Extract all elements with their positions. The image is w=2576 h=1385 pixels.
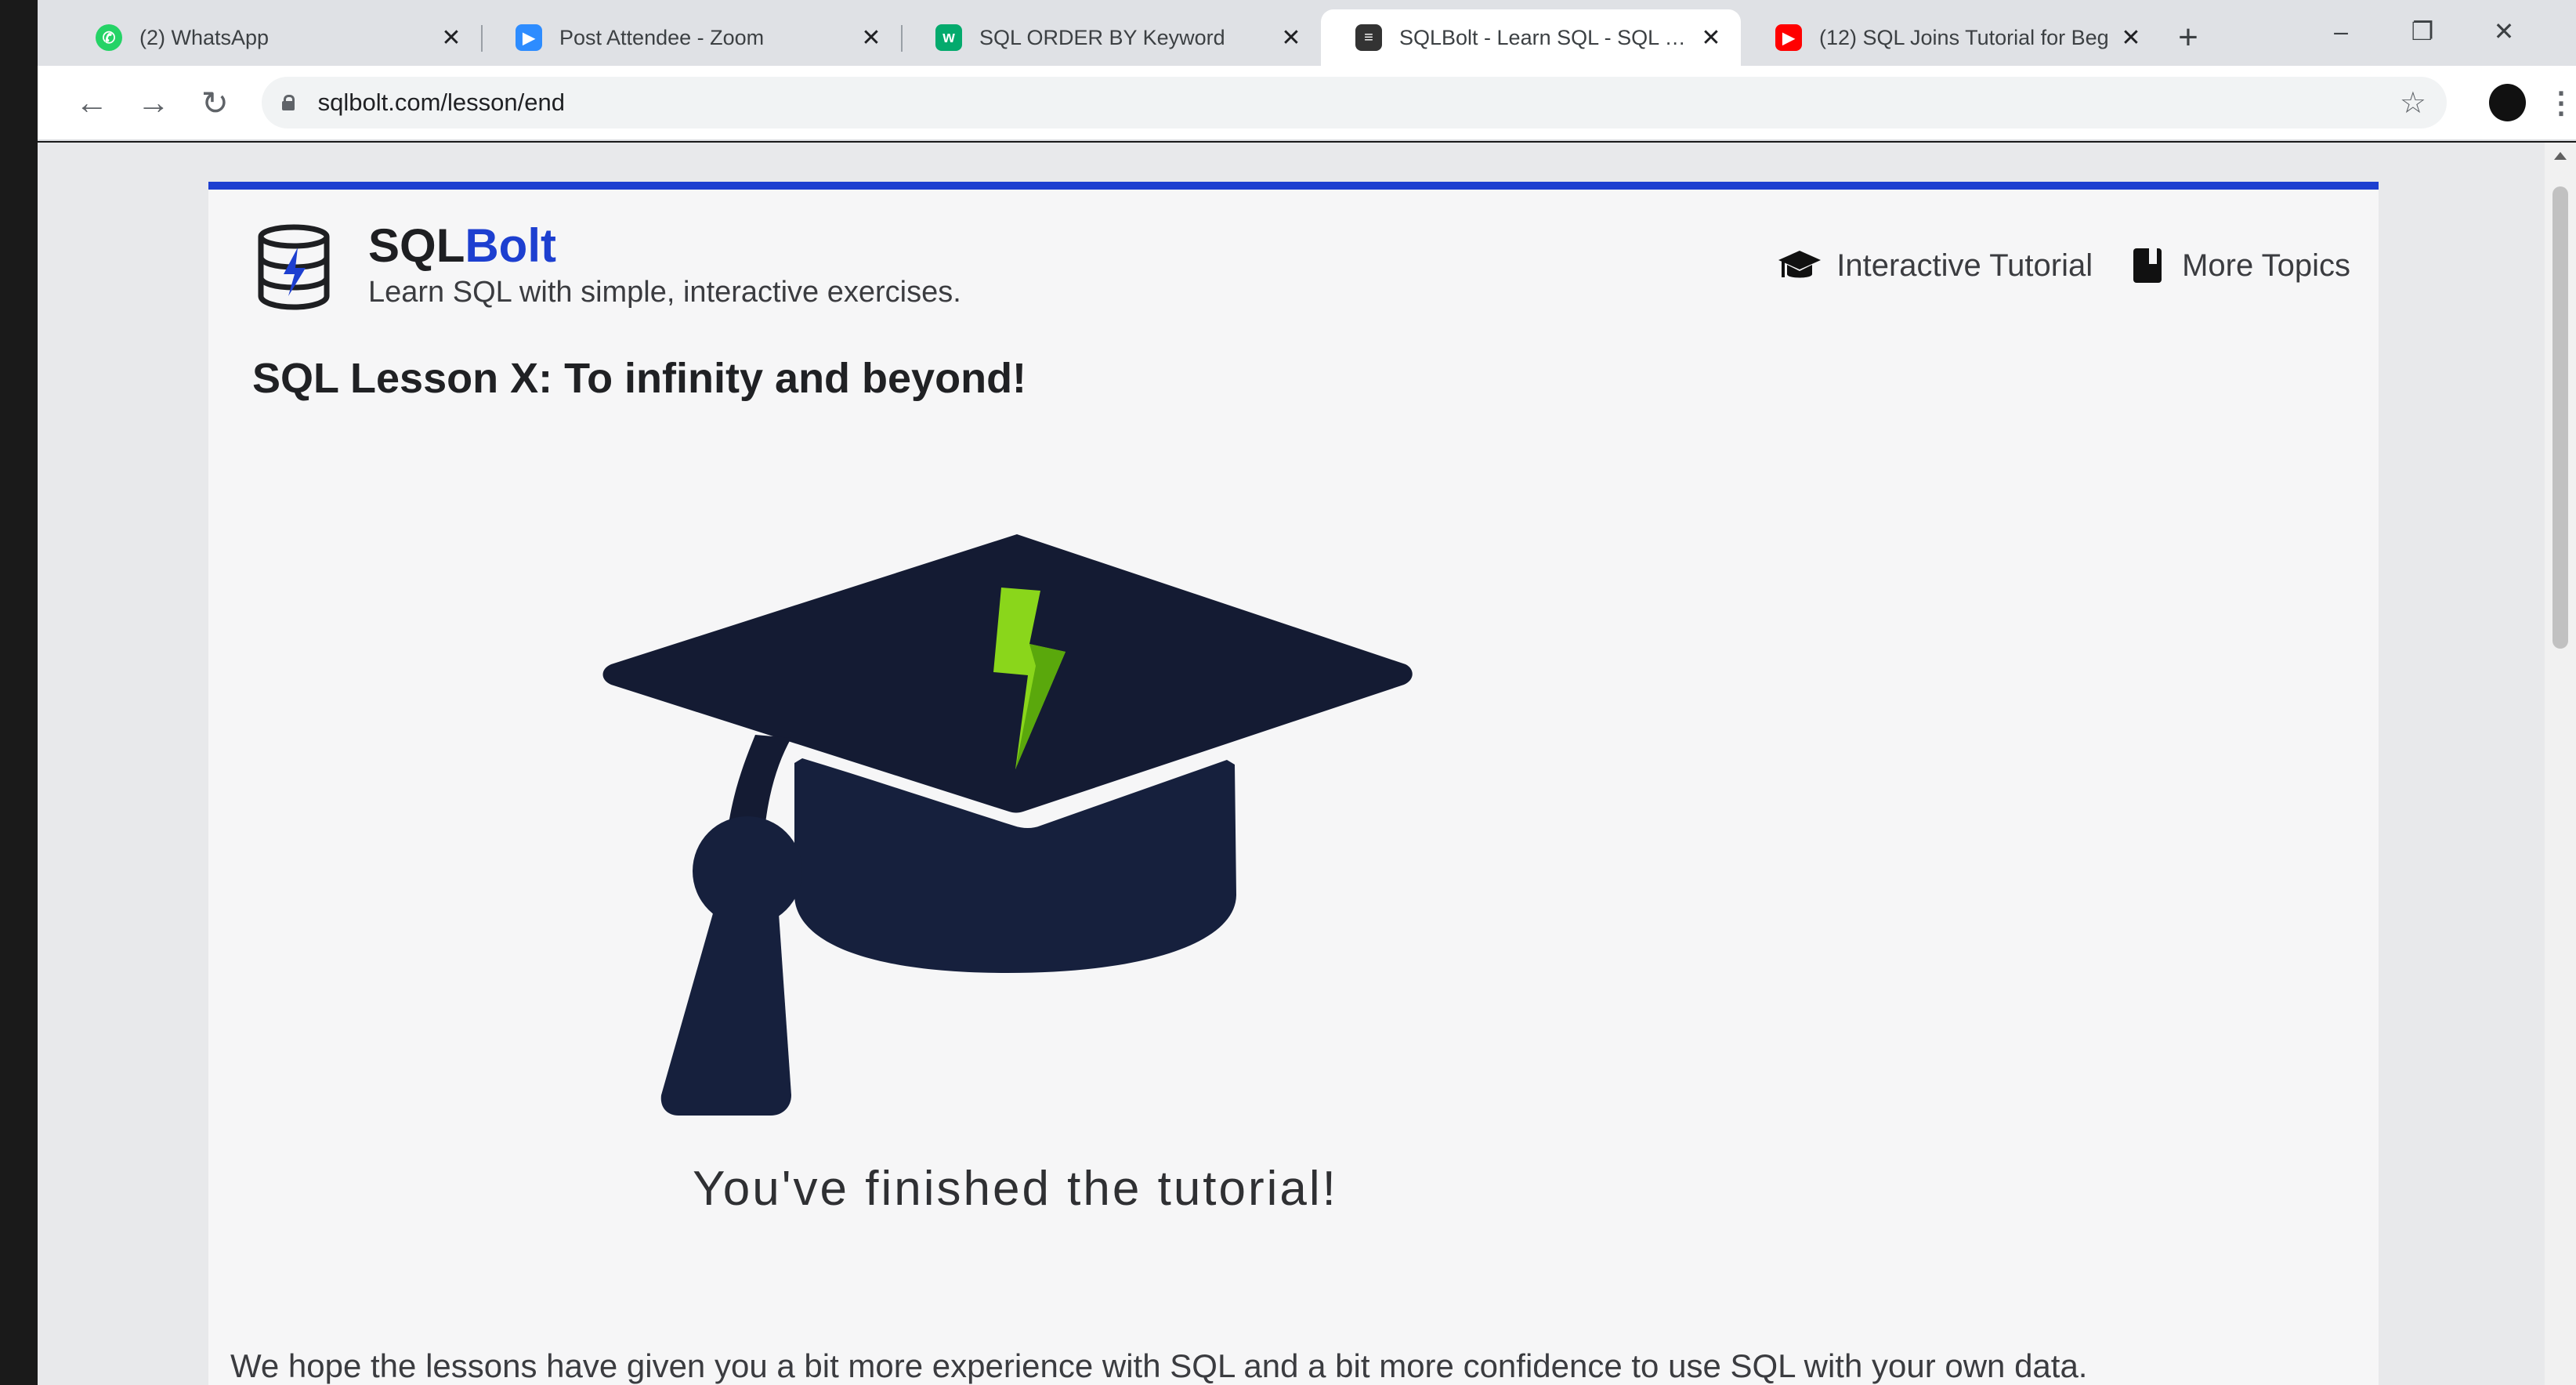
database-icon: ≡ <box>1355 24 1382 51</box>
tab-title: (12) SQL Joins Tutorial for Beg <box>1819 25 2109 49</box>
address-bar[interactable]: sqlbolt.com/lesson/end ☆ <box>261 77 2447 128</box>
database-bolt-icon <box>258 224 330 310</box>
tab-title: SQLBolt - Learn SQL - SQL Less <box>1399 25 1697 49</box>
site-title: SQLBolt <box>368 218 961 274</box>
close-icon[interactable]: ✕ <box>437 24 465 52</box>
tab-w3schools[interactable]: w SQL ORDER BY Keyword ✕ <box>901 9 1321 66</box>
nav-tutorial-label: Interactive Tutorial <box>1836 248 2093 283</box>
forward-arrow-icon[interactable]: → <box>123 71 185 134</box>
scroll-up-arrow-icon[interactable] <box>2554 152 2567 160</box>
tab-youtube[interactable]: ▶ (12) SQL Joins Tutorial for Beg ✕ <box>1741 9 2161 66</box>
restore-button[interactable]: ❐ <box>2382 0 2463 63</box>
site-brand[interactable]: SQLBolt Learn SQL with simple, interacti… <box>255 218 961 310</box>
close-icon[interactable]: ✕ <box>1697 24 1725 52</box>
page-viewport: SQLBolt Learn SQL with simple, interacti… <box>38 143 2545 1385</box>
new-tab-button[interactable]: + <box>2161 9 2216 66</box>
bookmark-star-icon[interactable]: ☆ <box>2400 85 2426 121</box>
brand-prefix: SQL <box>368 219 465 272</box>
top-nav: Interactive Tutorial More Topics <box>1736 248 2350 284</box>
window-controls: – ❐ ✕ <box>2300 0 2545 63</box>
minimize-button[interactable]: – <box>2300 0 2382 63</box>
nav-more-topics[interactable]: More Topics <box>2133 248 2350 284</box>
tab-zoom[interactable]: ▶ Post Attendee - Zoom ✕ <box>481 9 901 66</box>
close-icon[interactable]: ✕ <box>1277 24 1305 52</box>
page-scrollbar[interactable] <box>2545 143 2576 1385</box>
whatsapp-icon: ✆ <box>96 24 122 51</box>
lesson-title: SQL Lesson X: To infinity and beyond! <box>252 355 1027 402</box>
browser-toolbar: ← → ↻ sqlbolt.com/lesson/end ☆ ⋮ <box>38 66 2576 141</box>
brand-accent: Bolt <box>465 219 556 272</box>
finished-message: You've finished the tutorial! <box>693 1162 1338 1216</box>
graduation-cap-icon <box>1778 251 1822 278</box>
tab-strip: ✆ (2) WhatsApp ✕ ▶ Post Attendee - Zoom … <box>38 0 2576 66</box>
tab-title: (2) WhatsApp <box>139 25 270 49</box>
book-icon <box>2133 248 2162 283</box>
youtube-icon: ▶ <box>1775 24 1802 51</box>
graduation-cap-illustration <box>602 534 1413 1116</box>
profile-avatar[interactable] <box>2488 84 2527 121</box>
kebab-menu-icon[interactable]: ⋮ <box>2546 85 2576 121</box>
close-icon[interactable]: ✕ <box>857 24 885 52</box>
url-text[interactable]: sqlbolt.com/lesson/end <box>318 89 2400 117</box>
zoom-icon: ▶ <box>516 24 542 51</box>
close-window-button[interactable]: ✕ <box>2463 0 2545 63</box>
lock-icon[interactable] <box>281 95 295 110</box>
tab-title: Post Attendee - Zoom <box>559 25 765 49</box>
back-arrow-icon[interactable]: ← <box>61 71 123 134</box>
closing-paragraph: We hope the lessons have given you a bit… <box>230 1347 2088 1384</box>
reload-icon[interactable]: ↻ <box>184 71 246 134</box>
tab-whatsapp[interactable]: ✆ (2) WhatsApp ✕ <box>61 9 481 66</box>
tab-title: SQL ORDER BY Keyword <box>979 25 1225 49</box>
content-card: SQLBolt Learn SQL with simple, interacti… <box>208 182 2379 1385</box>
tab-sqlbolt[interactable]: ≡ SQLBolt - Learn SQL - SQL Less ✕ <box>1321 9 1741 66</box>
scroll-thumb[interactable] <box>2552 186 2568 649</box>
nav-interactive-tutorial[interactable]: Interactive Tutorial <box>1777 248 2093 284</box>
close-icon[interactable]: ✕ <box>2117 24 2145 52</box>
nav-topics-label: More Topics <box>2182 248 2350 283</box>
site-tagline: Learn SQL with simple, interactive exerc… <box>368 276 961 309</box>
w3schools-icon: w <box>935 24 962 51</box>
